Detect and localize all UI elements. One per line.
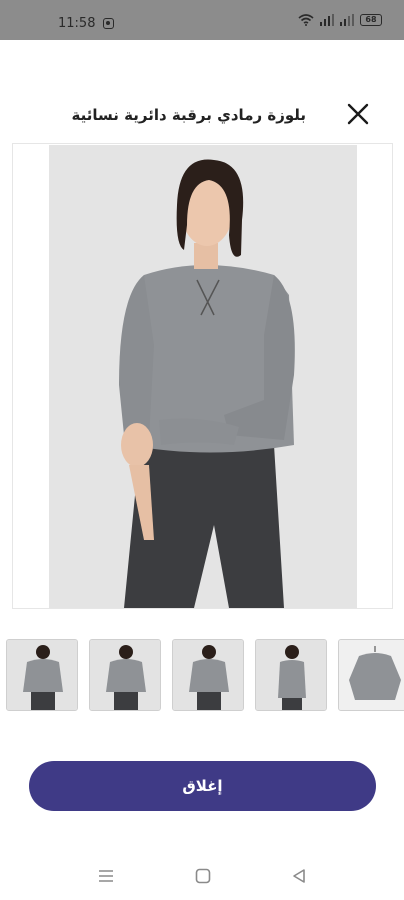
thumbnail-1[interactable] [6,639,78,711]
status-icons: 68 [298,14,382,26]
thumbnail-2[interactable] [89,639,161,711]
close-button[interactable]: إغلاق [29,761,376,811]
main-image-frame [12,143,393,609]
battery-icon: 68 [360,14,382,26]
recent-apps-icon[interactable] [97,867,115,885]
home-icon[interactable] [194,867,212,885]
signal-icon [320,14,334,26]
product-title: بلوزة رمادي برقبة دائرية نسائية [71,106,306,124]
navigation-bar [0,855,404,900]
back-icon[interactable] [290,867,308,885]
thumbnail-5[interactable] [338,639,404,711]
status-bar: 11:58 68 [0,0,404,40]
signal-icon-2 [340,14,354,26]
product-main-image[interactable] [49,145,357,608]
thumbnail-4[interactable] [255,639,327,711]
message-icon [103,18,114,29]
wifi-icon [298,14,314,26]
thumbnail-strip [6,639,404,711]
thumbnail-3[interactable] [172,639,244,711]
close-icon[interactable] [346,102,370,126]
status-time: 11:58 [58,16,96,31]
